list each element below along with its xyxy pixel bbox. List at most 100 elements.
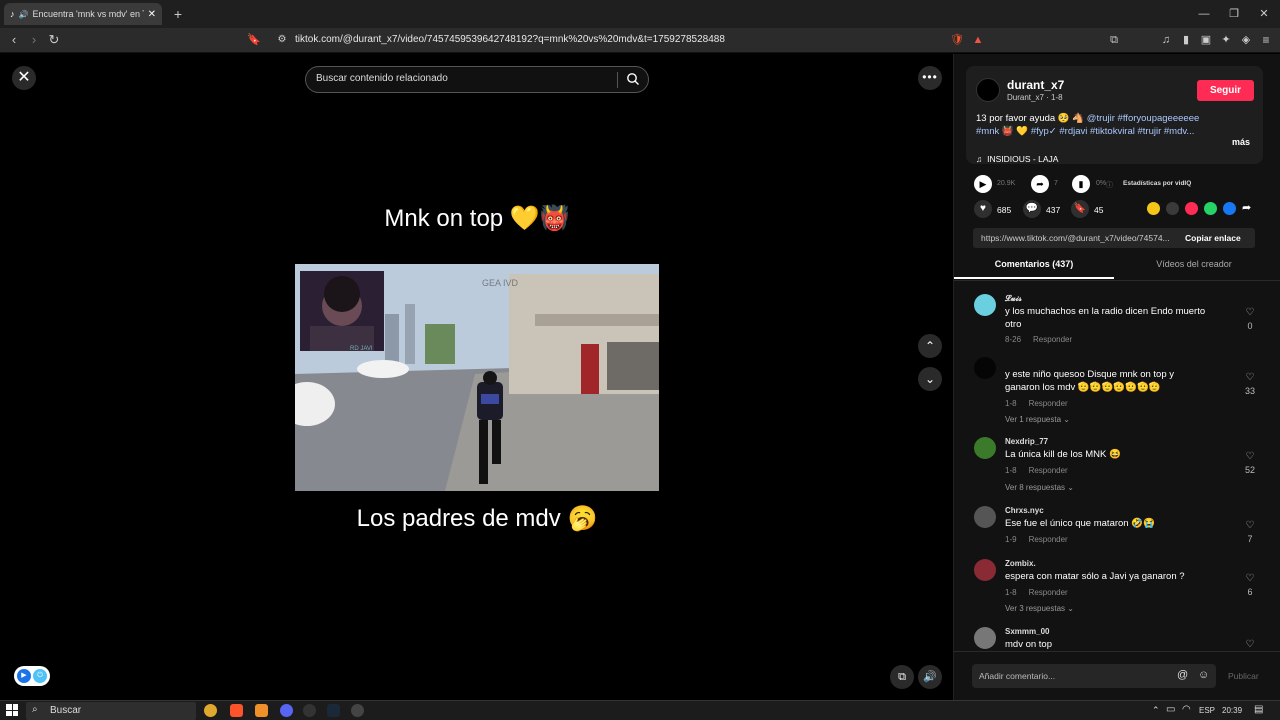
- maximize-button[interactable]: ❐: [1226, 6, 1242, 22]
- vidiq-label[interactable]: Estadísticas por vidIQ: [1123, 180, 1191, 187]
- avatar[interactable]: [974, 437, 996, 459]
- reply-button[interactable]: Responder: [1029, 535, 1068, 544]
- creator-username[interactable]: durant_x7: [1007, 78, 1064, 92]
- brave-shield-icon[interactable]: 🛡: [949, 32, 965, 48]
- emoji-icon[interactable]: ☺: [1198, 669, 1209, 681]
- video-frame[interactable]: GEA IVD RD JAVI: [295, 264, 659, 491]
- audio-icon[interactable]: 🔊: [19, 10, 29, 19]
- copy-link-button[interactable]: Copiar enlace: [1185, 233, 1241, 243]
- heart-icon[interactable]: ♡: [1242, 372, 1258, 383]
- tab-comments[interactable]: Comentarios (437): [954, 259, 1114, 279]
- more-options-button[interactable]: •••: [918, 66, 942, 90]
- avatar[interactable]: [974, 357, 996, 379]
- avatar[interactable]: [974, 627, 996, 649]
- share-more-icon[interactable]: ➦: [1242, 201, 1251, 214]
- vpn-icon[interactable]: ◈: [1238, 32, 1254, 48]
- extension-toggle[interactable]: ▶ ⏻: [14, 666, 50, 686]
- chrome-icon[interactable]: [204, 704, 217, 717]
- new-tab-button[interactable]: +: [170, 6, 186, 22]
- bookmark-icon[interactable]: 🔖: [1071, 200, 1089, 218]
- mention-icon[interactable]: @: [1177, 669, 1188, 681]
- extensions-icon[interactable]: ⧉: [1106, 32, 1122, 48]
- site-settings-icon[interactable]: ⚙: [274, 32, 290, 48]
- facebook-icon[interactable]: [1223, 202, 1236, 215]
- tab-close-icon[interactable]: ✕: [148, 9, 156, 20]
- menu-icon[interactable]: ≡: [1258, 32, 1274, 48]
- comment-input[interactable]: Añadir comentario...: [979, 671, 1055, 681]
- comment-author[interactable]: 𝓛𝓾𝓲𝓼: [1005, 294, 1022, 304]
- wifi-icon[interactable]: ◠: [1182, 704, 1191, 715]
- video-link-url[interactable]: https://www.tiktok.com/@durant_x7/video/…: [981, 233, 1177, 243]
- brave-rewards-icon[interactable]: ▲: [970, 32, 986, 48]
- comment-author[interactable]: Sxmmm_00: [1005, 627, 1049, 636]
- music-icon[interactable]: ♫: [1158, 32, 1174, 48]
- comment-author[interactable]: Zombix.: [1005, 559, 1036, 568]
- avatar[interactable]: [974, 559, 996, 581]
- heart-icon[interactable]: ♡: [1242, 573, 1258, 584]
- description-tags-prefix[interactable]: #mnk 👹 💛: [976, 126, 1031, 137]
- tab-creator-videos[interactable]: Vídeos del creador: [1114, 259, 1274, 279]
- network-icon[interactable]: ▭: [1166, 704, 1175, 715]
- volume-button[interactable]: 🔊: [918, 665, 942, 689]
- reply-button[interactable]: Responder: [1029, 466, 1068, 475]
- heart-icon[interactable]: ♡: [1242, 451, 1258, 462]
- wallet-icon[interactable]: ▣: [1198, 32, 1214, 48]
- view-replies-button[interactable]: Ver 3 respuestas ⌄: [1005, 604, 1074, 613]
- more-description-link[interactable]: más: [1232, 137, 1250, 147]
- sidebar-icon[interactable]: ▮: [1178, 32, 1194, 48]
- heart-icon[interactable]: ♡: [1242, 520, 1258, 531]
- comment-composer[interactable]: Añadir comentario... @ ☺: [972, 664, 1216, 688]
- next-video-button[interactable]: ⌄: [918, 367, 942, 391]
- taskbar-search[interactable]: ⌕ Buscar: [26, 702, 196, 720]
- avatar[interactable]: [974, 506, 996, 528]
- steam-icon[interactable]: [327, 704, 340, 717]
- leo-icon[interactable]: ✦: [1218, 32, 1234, 48]
- browser-tab[interactable]: ♪ 🔊 Encuentra 'mnk vs mdv' en TikTok ✕: [4, 3, 162, 25]
- previous-video-button[interactable]: ⌃: [918, 334, 942, 358]
- search-input[interactable]: Buscar contenido relacionado: [316, 73, 448, 84]
- heart-icon[interactable]: ♡: [1242, 307, 1258, 318]
- picture-in-picture-button[interactable]: ⧉: [890, 665, 914, 689]
- publish-button[interactable]: Publicar: [1228, 671, 1259, 681]
- tray-chevron-icon[interactable]: ⌃: [1152, 705, 1160, 716]
- bookmark-icon[interactable]: 🔖: [246, 32, 262, 48]
- window-close-button[interactable]: ✕: [1256, 6, 1272, 22]
- follow-button[interactable]: Seguir: [1197, 80, 1254, 101]
- brave-icon[interactable]: [230, 704, 243, 717]
- reply-button[interactable]: Responder: [1029, 588, 1068, 597]
- info-icon[interactable]: ⓘ: [1106, 180, 1113, 190]
- embed-icon[interactable]: [1166, 202, 1179, 215]
- discord-icon[interactable]: [280, 704, 293, 717]
- search-icon[interactable]: [626, 72, 640, 86]
- app-icon[interactable]: [303, 704, 316, 717]
- avatar[interactable]: [974, 294, 996, 316]
- taskbar-language[interactable]: ESP: [1199, 706, 1215, 715]
- minimize-button[interactable]: —: [1196, 6, 1212, 22]
- forward-icon[interactable]: ›: [26, 32, 42, 48]
- reply-button[interactable]: Responder: [1029, 399, 1068, 408]
- close-video-button[interactable]: ✕: [12, 66, 36, 90]
- avatar[interactable]: [976, 78, 1000, 102]
- app-icon[interactable]: [351, 704, 364, 717]
- music-track[interactable]: ♫ INSIDIOUS - LAJA: [976, 154, 1058, 164]
- url-field[interactable]: tiktok.com/@durant_x7/video/745745953964…: [295, 34, 725, 45]
- emoji-share-icon[interactable]: [1147, 202, 1160, 215]
- related-search-bar[interactable]: Buscar contenido relacionado: [305, 66, 649, 93]
- reload-icon[interactable]: ↻: [46, 32, 62, 48]
- heart-icon[interactable]: ♡: [1242, 639, 1254, 649]
- send-friend-icon[interactable]: [1185, 202, 1198, 215]
- notifications-icon[interactable]: ▤: [1254, 704, 1263, 715]
- view-replies-button[interactable]: Ver 8 respuestas ⌄: [1005, 483, 1074, 492]
- like-icon[interactable]: ♥: [974, 200, 992, 218]
- app-icon[interactable]: [255, 704, 268, 717]
- taskbar-clock[interactable]: 20:39: [1222, 706, 1242, 715]
- comment-author[interactable]: Nexdrip_77: [1005, 437, 1048, 446]
- view-replies-button[interactable]: Ver 1 respuesta ⌄: [1005, 415, 1070, 424]
- reply-button[interactable]: Responder: [1033, 335, 1072, 344]
- comment-author[interactable]: Chrxs.nyc: [1005, 506, 1044, 515]
- windows-start-icon[interactable]: [6, 704, 18, 716]
- whatsapp-icon[interactable]: [1204, 202, 1217, 215]
- description-tags[interactable]: @trujir #fforyoupageeeeee: [1087, 113, 1199, 124]
- description-tags-more[interactable]: #fyp✓ #rdjavi #tiktokviral #trujir #mdv.…: [1031, 126, 1195, 137]
- back-icon[interactable]: ‹: [6, 32, 22, 48]
